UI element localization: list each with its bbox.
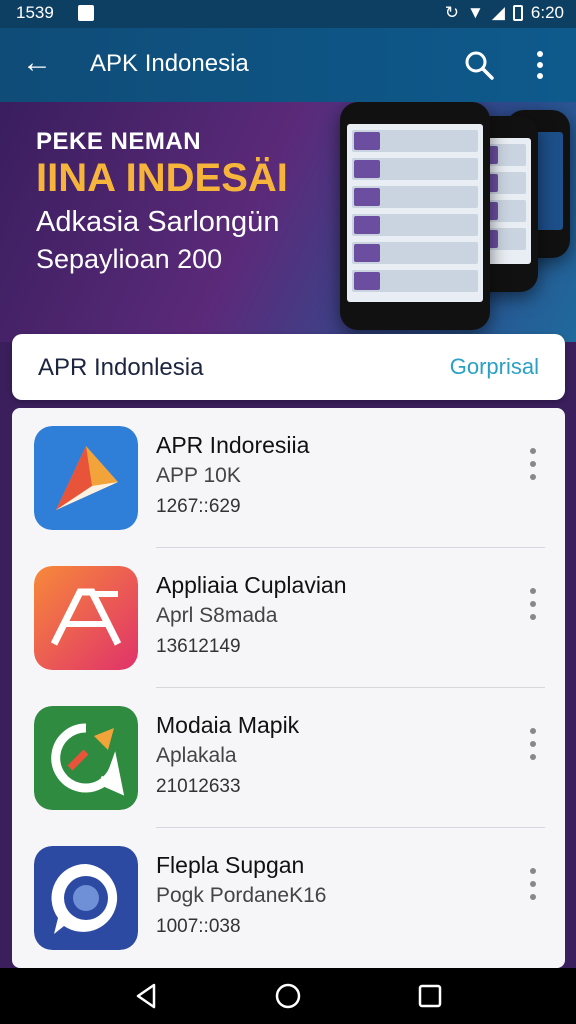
app-lens-icon [34,846,138,950]
app-name: Modaia Mapik [156,712,300,738]
app-chat-icon [34,706,138,810]
signal-icon: ◢ [491,3,505,22]
battery-icon [512,5,523,21]
app-count: 21012633 [156,776,241,797]
nav-home-icon[interactable] [274,982,302,1010]
app-arrow-icon [34,426,138,530]
status-bar: 1539 ↻ ▼ ◢ 6:20 [0,0,576,28]
more-vert-icon[interactable] [522,586,544,622]
app-bar-title: APK Indonesia [90,50,249,77]
more-vert-icon[interactable] [530,48,550,82]
banner-headline: IINA INDESÄI [36,156,288,200]
app-subtitle: Aprl S8mada [156,604,278,627]
app-list: APR Indoresiia APP 10K 1267::629 Appliai… [12,408,565,968]
list-item[interactable]: APR Indoresiia APP 10K 1267::629 [12,408,565,548]
status-time: 1539 [16,3,54,22]
back-arrow-icon[interactable]: ← [22,48,52,78]
nav-recents-icon[interactable] [416,982,444,1010]
wifi-icon: ▼ [467,3,484,22]
app-name: APR Indoresiia [156,432,310,458]
section-title: APR Indonlesia [38,354,204,381]
sync-icon: ↻ [444,3,459,22]
status-icons: ↻ ▼ ◢ 6:20 [445,3,564,23]
app-name: Flepla Supgan [156,852,305,878]
list-item[interactable]: Modaia Mapik Aplakala 21012633 [12,688,565,828]
app-subtitle: Pogk PordaneK16 [156,884,327,907]
phone-illustration [340,102,490,330]
app-bar: ← APK Indonesia [0,28,576,102]
more-vert-icon[interactable] [522,866,544,902]
search-icon[interactable] [464,50,494,80]
app-name: Appliaia Cuplavian [156,572,347,598]
banner-line-4: Sepaylioan 200 [36,244,223,274]
section-header: APR Indonlesia Gorprisal [12,334,565,400]
more-vert-icon[interactable] [522,726,544,762]
section-link[interactable]: Gorprisal [450,354,539,380]
status-clock: 6:20 [530,3,564,22]
app-subtitle: Aplakala [156,744,237,767]
list-item[interactable]: Flepla Supgan Pogk PordaneK16 1007::038 [12,828,565,968]
promo-banner[interactable]: PEKE NEMAN IINA INDESÄI Adkasia Sarlongü… [0,102,576,342]
banner-line-3: Adkasia Sarlongün [36,206,280,238]
app-subtitle: APP 10K [156,464,241,487]
more-vert-icon[interactable] [522,446,544,482]
banner-line-1: PEKE NEMAN [36,128,202,155]
nav-back-icon[interactable] [132,982,160,1010]
list-item[interactable]: Appliaia Cuplavian Aprl S8mada 13612149 [12,548,565,688]
notification-icon [78,5,94,21]
app-count: 1007::038 [156,916,241,937]
app-count: 13612149 [156,636,241,657]
app-a-logo-icon [34,566,138,670]
app-count: 1267::629 [156,496,241,517]
system-nav-bar [0,968,576,1024]
